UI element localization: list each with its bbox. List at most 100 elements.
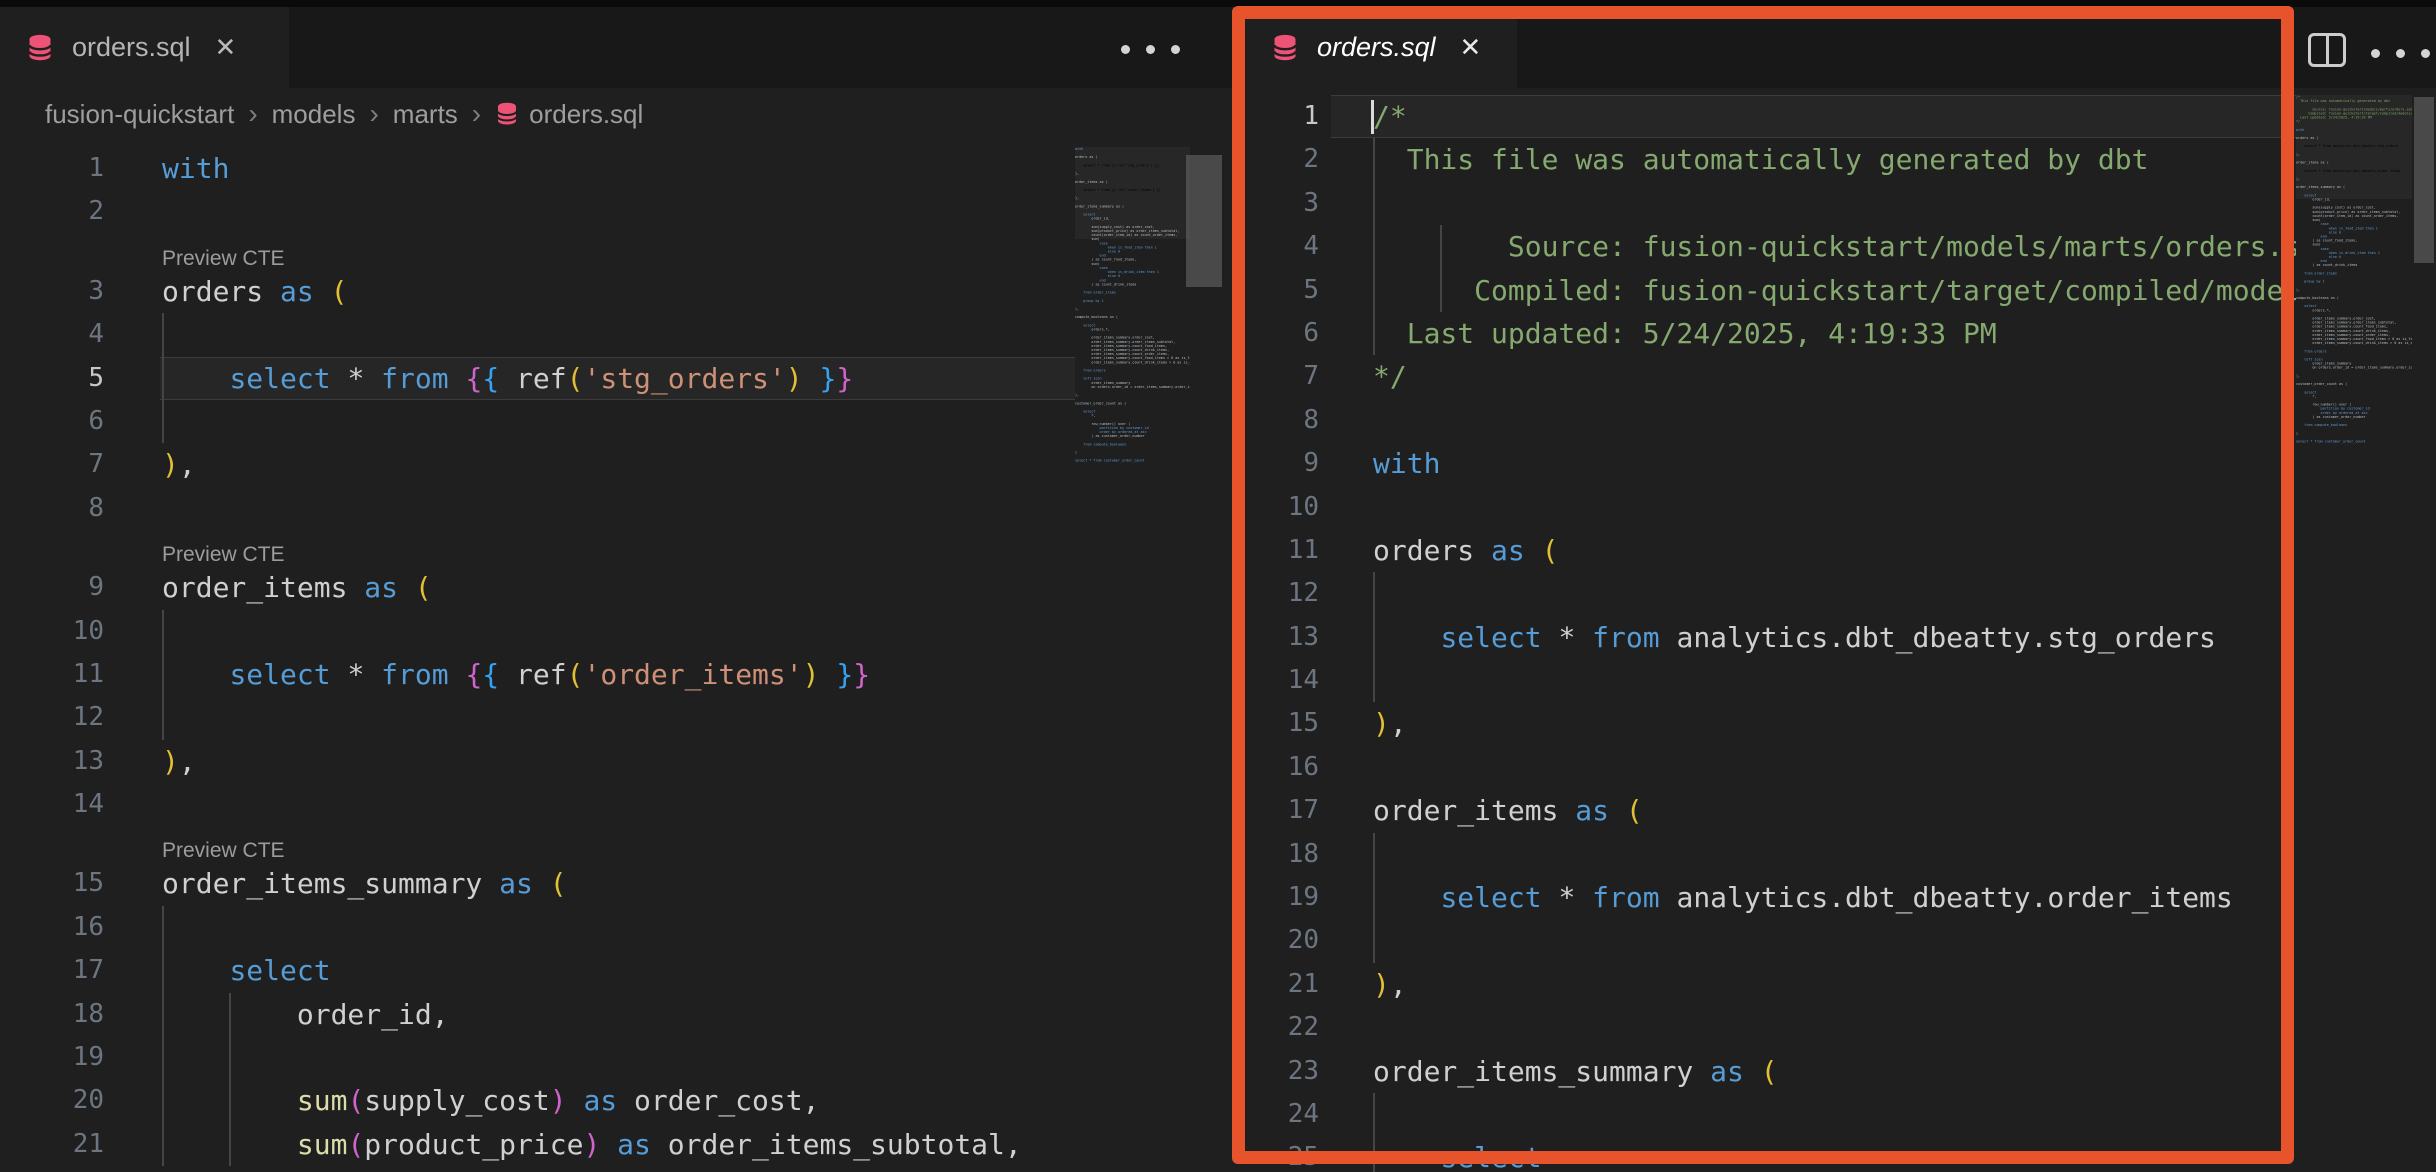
code-line[interactable] (1319, 1006, 2296, 1049)
tab-orders-sql[interactable]: orders.sql ✕ (0, 7, 289, 88)
line-number: 17 (1236, 789, 1319, 832)
code-line[interactable]: order_items_summary as ( (104, 862, 1075, 905)
line-number: 16 (0, 906, 104, 949)
code-line[interactable]: Source: fusion-quickstart/models/marts/o… (1319, 225, 2296, 268)
code-line[interactable] (1319, 572, 2296, 615)
breadcrumb-item[interactable]: models (272, 99, 356, 130)
code-line[interactable]: orders as ( (1319, 529, 2296, 572)
code-line[interactable]: This file was automatically generated by… (1319, 138, 2296, 181)
code-line[interactable]: select * from analytics.dbt_dbeatty.orde… (1319, 876, 2296, 919)
line-number: 22 (1236, 1006, 1319, 1049)
line-number: 20 (1236, 919, 1319, 962)
code-line[interactable]: */ (1319, 355, 2296, 398)
code-area[interactable]: 1/*2 This file was automatically generat… (1236, 88, 2296, 1172)
close-icon[interactable]: ✕ (215, 32, 237, 63)
right-tab-bar: orders.sql ✕ (1236, 7, 2436, 88)
codelens-preview-cte[interactable]: Preview CTE (162, 543, 285, 566)
code-line[interactable]: with (1319, 442, 2296, 485)
minimap[interactable]: with orders as ( select * from {{ ref('s… (1075, 147, 1190, 1127)
close-icon[interactable]: ✕ (1460, 32, 1482, 63)
code-line[interactable]: select (104, 949, 1075, 992)
line-number: 17 (0, 949, 104, 992)
code-line[interactable]: select * from analytics.dbt_dbeatty.stg_… (1319, 616, 2296, 659)
line-number: 24 (1236, 1093, 1319, 1136)
line-number: 16 (1236, 746, 1319, 789)
code-line[interactable]: /* (1319, 95, 2296, 138)
code-line[interactable]: order_items as ( (104, 566, 1075, 609)
breadcrumb-item[interactable]: marts (393, 99, 458, 130)
line-number: 14 (1236, 659, 1319, 702)
tab-label: orders.sql (1317, 32, 1436, 63)
line-number: 12 (0, 696, 104, 739)
chevron-right-icon: › (472, 98, 481, 130)
code-line[interactable] (104, 400, 1075, 443)
code-line[interactable]: ), (104, 443, 1075, 486)
line-number: 5 (0, 357, 104, 400)
line-number: 8 (0, 487, 104, 530)
indent-guide (1373, 1093, 1375, 1136)
code-line[interactable]: orders as ( (104, 270, 1075, 313)
indent-guide (162, 1036, 164, 1079)
code-line[interactable] (1319, 659, 2296, 702)
code-line[interactable]: select * from {{ ref('order_items') }} (104, 653, 1075, 696)
line-number: 4 (1236, 225, 1319, 268)
code-line[interactable] (104, 487, 1075, 530)
code-line[interactable] (1319, 833, 2296, 876)
code-line[interactable] (104, 696, 1075, 739)
vertical-scrollbar[interactable] (2414, 97, 2434, 263)
minimap[interactable]: /* This file was automatically generated… (2296, 95, 2412, 1075)
line-number: 11 (0, 653, 104, 696)
code-editor[interactable]: 1/*2 This file was automatically generat… (1236, 88, 2436, 1172)
more-actions-icon[interactable] (1121, 45, 1180, 54)
code-line[interactable] (1319, 486, 2296, 529)
line-number: 3 (1236, 182, 1319, 225)
line-number: 1 (1236, 95, 1319, 138)
code-line[interactable] (1319, 919, 2296, 962)
right-editor-group: orders.sql ✕ 1/*2 This file was automati… (1236, 7, 2436, 1172)
vertical-scrollbar[interactable] (1186, 155, 1222, 287)
code-line[interactable]: Compiled: fusion-quickstart/target/compi… (1319, 269, 2296, 312)
code-line[interactable]: ), (1319, 963, 2296, 1006)
code-line[interactable]: sum(supply_cost) as order_cost, (104, 1079, 1075, 1122)
code-line[interactable]: Last updated: 5/24/2025, 4:19:33 PM (1319, 312, 2296, 355)
line-number: 9 (1236, 442, 1319, 485)
code-line[interactable] (1319, 746, 2296, 789)
codelens-preview-cte[interactable]: Preview CTE (162, 247, 285, 270)
code-line[interactable] (104, 906, 1075, 949)
code-line[interactable]: select (1319, 1136, 2296, 1172)
code-line[interactable] (104, 610, 1075, 653)
line-number: 8 (1236, 399, 1319, 442)
line-number: 12 (1236, 572, 1319, 615)
left-editor-group: orders.sql ✕ fusion-quickstart › models … (0, 7, 1232, 1172)
code-line[interactable]: sum(product_price) as order_items_subtot… (104, 1123, 1075, 1166)
code-line[interactable]: with (104, 147, 1075, 190)
line-number: 2 (1236, 138, 1319, 181)
code-line[interactable]: ), (104, 740, 1075, 783)
code-editor[interactable]: 1with2Preview CTE3orders as (45 select *… (0, 140, 1232, 1172)
code-line[interactable]: order_id, (104, 993, 1075, 1036)
code-line[interactable] (104, 190, 1075, 233)
line-number: 14 (0, 783, 104, 826)
code-line[interactable]: order_items_summary as ( (1319, 1050, 2296, 1093)
breadcrumb-file[interactable]: orders.sql (495, 99, 643, 130)
text-cursor (1371, 100, 1374, 134)
more-actions-icon[interactable] (2371, 49, 2430, 58)
tab-orders-sql-preview[interactable]: orders.sql ✕ (1245, 7, 1517, 88)
database-icon (1271, 33, 1299, 63)
code-line[interactable]: order_items as ( (1319, 789, 2296, 832)
code-line[interactable]: select * from {{ ref('stg_orders') }} (104, 357, 1075, 400)
code-line[interactable] (104, 783, 1075, 826)
code-line[interactable] (1319, 182, 2296, 225)
codelens-preview-cte[interactable]: Preview CTE (162, 839, 285, 862)
line-number: 20 (0, 1079, 104, 1122)
split-editor-icon[interactable] (2308, 33, 2346, 67)
gutter (0, 234, 104, 270)
code-line[interactable]: ), (1319, 702, 2296, 745)
code-line[interactable] (104, 1036, 1075, 1079)
code-area[interactable]: 1with2Preview CTE3orders as (45 select *… (0, 140, 1075, 1172)
code-line[interactable] (1319, 399, 2296, 442)
code-line[interactable] (1319, 1093, 2296, 1136)
breadcrumb-item[interactable]: fusion-quickstart (45, 99, 234, 130)
line-number: 2 (0, 190, 104, 233)
code-line[interactable] (104, 313, 1075, 356)
